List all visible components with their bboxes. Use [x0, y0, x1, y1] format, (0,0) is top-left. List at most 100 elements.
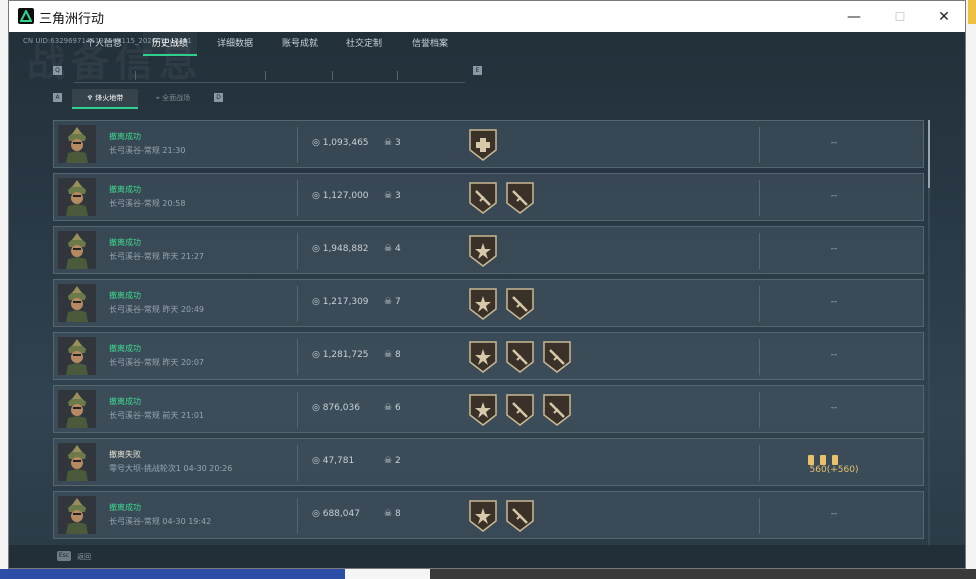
- extraction-result: 撤离失败: [109, 450, 141, 459]
- close-button[interactable]: ✕: [921, 1, 965, 32]
- extraction-result: 撤离成功: [109, 185, 141, 194]
- kills-value: ☠ 8: [384, 350, 401, 360]
- tab-divider: [135, 71, 136, 80]
- match-row[interactable]: 撤离成功 长弓溪谷-常规 昨天 21:27 ◎ 1,948,882 ☠ 4 --: [53, 226, 924, 274]
- star-medal-icon: [468, 499, 498, 533]
- map-time-info: 长弓溪谷-常规 昨天 21:27: [109, 252, 205, 261]
- map-time-info: 长弓溪谷-常规 21:30: [109, 146, 186, 155]
- money-amount: 876,036: [322, 403, 360, 413]
- coin-icon: ◎: [312, 244, 323, 254]
- money-amount: 47,781: [322, 456, 355, 466]
- minimize-button[interactable]: —: [831, 1, 877, 32]
- reward-value: --: [830, 350, 838, 360]
- tab-credit-file[interactable]: 信誉档案: [405, 32, 455, 56]
- rifle-medal-icon: [468, 181, 498, 215]
- coin-icon: ◎: [312, 403, 323, 413]
- money-amount: 1,948,882: [322, 244, 369, 254]
- reward-value: --: [830, 191, 838, 201]
- column-divider: [759, 445, 760, 481]
- kills-count: 2: [394, 456, 401, 466]
- kills-count: 8: [394, 509, 401, 519]
- main-content: 战备信息 CN UID:6329697146195568115_20260504…: [9, 32, 965, 568]
- match-row[interactable]: 撤离成功长弓溪谷-常规 20:58 ◎ 1,127,000 ☠ 3 --: [53, 173, 924, 221]
- tab-next-key[interactable]: E: [473, 66, 482, 75]
- skull-icon: ☠: [384, 403, 395, 413]
- coin-icon: ◎: [312, 297, 323, 307]
- tab-prev-key[interactable]: Q: [53, 66, 62, 75]
- skull-icon: ☠: [384, 244, 395, 254]
- money-value: ◎ 1,948,882: [312, 244, 369, 254]
- back-label: 返回: [77, 553, 91, 561]
- match-row[interactable]: 撤离成功长弓溪谷-常规 昨天 20:49 ◎ 1,217,309 ☠ 7 --: [53, 279, 924, 327]
- maximize-button[interactable]: ☐: [877, 1, 923, 32]
- map-time-info: 长弓溪谷-常规 04-30 19:42: [109, 517, 212, 526]
- money-value: ◎ 1,217,309: [312, 297, 369, 307]
- kills-value: ☠ 8: [384, 509, 401, 519]
- column-divider: [297, 180, 298, 216]
- star-medal-icon: [468, 287, 498, 321]
- kills-count: 3: [394, 191, 401, 201]
- map-time-info: 长弓溪谷-常规 昨天 20:49: [109, 305, 205, 314]
- money-amount: 688,047: [322, 509, 360, 519]
- money-amount: 1,127,000: [322, 191, 369, 201]
- money-value: ◎ 876,036: [312, 403, 360, 413]
- tab-personal-info[interactable]: 个人信息: [81, 32, 127, 56]
- match-row[interactable]: 撤离成功 长弓溪谷-常规 21:30 ◎ 1,093,465 ☠ 3 --: [53, 120, 924, 168]
- money-value: ◎ 1,093,465: [312, 138, 369, 148]
- reward-value: 560(+560): [809, 465, 859, 475]
- operator-avatar: [58, 125, 96, 163]
- tab-divider: [265, 71, 266, 80]
- desktop-bottom-edge: [0, 569, 976, 579]
- esc-key-hint[interactable]: Esc: [57, 551, 71, 561]
- rifle-medal-icon: [542, 393, 572, 427]
- money-amount: 1,093,465: [322, 138, 369, 148]
- match-row[interactable]: 撤离成功 长弓溪谷-常规 04-30 19:42 ◎ 688,047 ☠ 8 --: [53, 491, 924, 539]
- rifle-medal-icon: [505, 181, 535, 215]
- extraction-result: 撤离成功: [109, 503, 141, 512]
- tab-divider: [397, 71, 398, 80]
- title-bar[interactable]: 三角洲行动 — ☐ ✕: [9, 1, 965, 32]
- tab-match-history[interactable]: 历史战绩: [143, 32, 197, 56]
- match-history-list[interactable]: 撤离成功 长弓溪谷-常规 21:30 ◎ 1,093,465 ☠ 3 -- 撤离成功 长弓溪…: [53, 120, 933, 550]
- column-divider: [297, 392, 298, 428]
- reward-value: --: [830, 403, 838, 413]
- operator-avatar: [58, 337, 96, 375]
- skull-icon: ☠: [384, 297, 395, 307]
- column-divider: [297, 339, 298, 375]
- skull-icon: ☠: [384, 350, 395, 360]
- column-divider: [297, 127, 298, 163]
- map-time-info: 零号大坝-挑战轮次1 04-30 20:26: [109, 464, 233, 473]
- subtab-firezone[interactable]: ♆ 烽火地带: [72, 89, 138, 109]
- extraction-result: 撤离成功: [109, 291, 141, 300]
- match-row[interactable]: 撤离成功 长弓溪谷-常规 昨天 20:07 ◎ 1,281,725 ☠ 8 --: [53, 332, 924, 380]
- tab-achievements[interactable]: 账号成就: [273, 32, 327, 56]
- map-time-info: 长弓溪谷-常规 前天 21:01: [109, 411, 205, 420]
- match-row[interactable]: 撤离失败 零号大坝-挑战轮次1 04-30 20:26 ◎ 47,781 ☠ 2 560…: [53, 438, 924, 486]
- subtab-prev-key[interactable]: A: [53, 93, 62, 102]
- coin-icon: ◎: [312, 138, 323, 148]
- extraction-result: 撤离成功: [109, 397, 141, 406]
- kills-value: ☠ 3: [384, 191, 401, 201]
- kills-value: ☠ 7: [384, 297, 401, 307]
- subtab-firezone-label: 烽火地带: [95, 94, 124, 102]
- map-time-info: 长弓溪谷-常规 20:58: [109, 199, 186, 208]
- match-row[interactable]: 撤离成功 长弓溪谷-常规 前天 21:01 ◎ 876,036 ☠ 6 --: [53, 385, 924, 433]
- rifle-medal-icon: [505, 499, 535, 533]
- medic-medal-icon: [468, 128, 498, 162]
- extraction-result: 撤离成功: [109, 238, 141, 247]
- coin-icon: ◎: [312, 191, 323, 201]
- operator-avatar: [58, 284, 96, 322]
- scrollbar-thumb[interactable]: [928, 120, 930, 188]
- star-medal-icon: [468, 393, 498, 427]
- subtab-full-battlefield[interactable]: ⌖ 全面战场: [142, 89, 204, 107]
- coin-icon: ◎: [312, 456, 323, 466]
- tab-detailed-data[interactable]: 详细数据: [211, 32, 259, 56]
- tab-social-custom[interactable]: 社交定制: [340, 32, 388, 56]
- skull-icon: ☠: [384, 138, 395, 148]
- rifle-medal-icon: [505, 340, 535, 374]
- operator-avatar: [58, 496, 96, 534]
- map-time-info: 长弓溪谷-常规 昨天 20:07: [109, 358, 205, 367]
- subtab-next-key[interactable]: D: [214, 93, 223, 102]
- reward-value: --: [830, 297, 838, 307]
- coin-icon: ◎: [312, 509, 323, 519]
